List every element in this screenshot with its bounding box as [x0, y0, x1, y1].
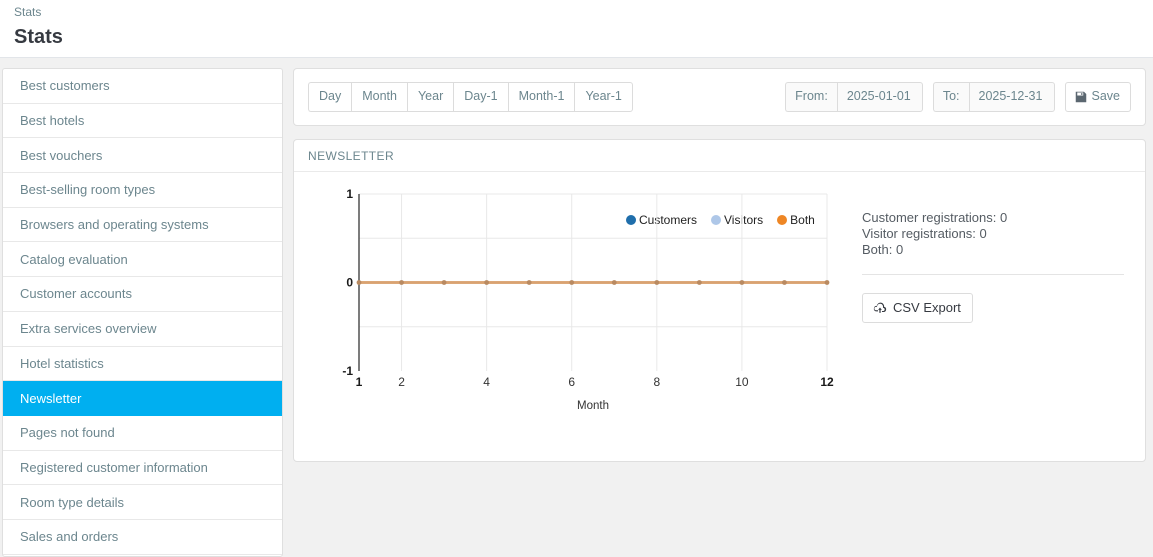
- svg-text:12: 12: [820, 375, 834, 389]
- page-title: Stats: [14, 26, 63, 48]
- sidebar-item-pages-not-found[interactable]: Pages not found: [3, 416, 282, 451]
- sidebar-item-label: Best customers: [20, 78, 110, 94]
- svg-text:4: 4: [483, 375, 490, 389]
- range-button-month[interactable]: Month: [351, 82, 407, 112]
- sidebar-item-label: Best vouchers: [20, 147, 103, 163]
- chart-summary: Customer registrations: 0 Visitor registr…: [854, 184, 1145, 461]
- svg-text:8: 8: [653, 375, 660, 389]
- save-button-label: Save: [1091, 89, 1121, 103]
- sidebar-item-label: Hotel statistics: [20, 355, 104, 371]
- summary-line: Visitor registrations: 0: [862, 226, 987, 241]
- save-button[interactable]: Save: [1064, 82, 1131, 112]
- sidebar-item-registered-customer-information[interactable]: Registered customer information: [3, 451, 282, 486]
- chart-container: Customers Visitors Both 1 0 -1 1 2 4 6 8 10 12 Month: [294, 184, 854, 461]
- csv-export-button[interactable]: CSV Export: [862, 293, 973, 323]
- svg-text:2: 2: [398, 375, 405, 389]
- sidebar-item-customer-accounts[interactable]: Customer accounts: [3, 277, 282, 312]
- range-button-group: Day Month Year Day-1 Month-1 Year-1: [308, 82, 633, 112]
- svg-text:-1: -1: [342, 364, 353, 378]
- sidebar-item-label: Best-selling room types: [20, 182, 156, 198]
- sidebar-item-sales-and-orders[interactable]: Sales and orders: [3, 520, 282, 555]
- sidebar-item-best-vouchers[interactable]: Best vouchers: [3, 138, 282, 174]
- range-button-day[interactable]: Day: [308, 82, 352, 112]
- to-date-group: To:: [932, 82, 1055, 112]
- sidebar-item-extra-services-overview[interactable]: Extra services overview: [3, 312, 282, 347]
- summary-line: Customer registrations: 0: [862, 210, 1008, 225]
- csv-export-label: CSV Export: [893, 300, 961, 315]
- svg-text:Month: Month: [577, 400, 609, 412]
- newsletter-line-chart: 10-11 2 4 6 8 10 12Month: [342, 187, 834, 412]
- sidebar-item-best-hotels[interactable]: Best hotels: [3, 104, 282, 139]
- svg-text:10: 10: [735, 375, 749, 389]
- sidebar-item-label: Best hotels: [20, 113, 85, 129]
- summary-line: Both: 0: [862, 242, 904, 257]
- svg-text:0: 0: [346, 276, 353, 290]
- range-button-month-1[interactable]: Month-1: [507, 82, 575, 112]
- sidebar-item-label: Extra services overview: [20, 321, 157, 337]
- summary-lines: Customer registrations: 0 Visitor registr…: [862, 210, 1125, 258]
- range-button-year-1[interactable]: Year-1: [574, 82, 633, 112]
- workspace: Best customers Best hotels Best vouchers Be…: [0, 58, 1153, 557]
- chart-svg-wrap: 1 0 -1 1 2 4 6 8 10 12 Month: [294, 184, 854, 459]
- sidebar-item-best-selling-room-types[interactable]: Best-selling room types: [3, 173, 282, 208]
- panel-title: NEWSLETTER: [294, 140, 1145, 172]
- sidebar-item-label: Sales and orders: [20, 529, 119, 545]
- to-date-input[interactable]: [968, 82, 1055, 112]
- svg-text:1: 1: [346, 187, 353, 201]
- sidebar-item-label: Newsletter: [20, 390, 82, 406]
- svg-text:6: 6: [568, 375, 575, 389]
- floppy-disk-icon: [1075, 91, 1087, 103]
- sidebar-item-label: Pages not found: [20, 425, 115, 441]
- range-button-day-1[interactable]: Day-1: [453, 82, 508, 112]
- svg-text:1: 1: [356, 375, 363, 389]
- sidebar-item-catalog-evaluation[interactable]: Catalog evaluation: [3, 242, 282, 278]
- page-header: Stats Stats: [0, 0, 1153, 58]
- summary-divider: [862, 274, 1124, 275]
- breadcrumb: Stats: [14, 5, 42, 19]
- sidebar-item-best-customers[interactable]: Best customers: [3, 69, 282, 104]
- from-label: From:: [785, 82, 837, 112]
- sidebar-item-label: Room type details: [20, 494, 125, 510]
- sidebar-item-browsers-and-operating-systems[interactable]: Browsers and operating systems: [3, 208, 282, 243]
- sidebar-item-label: Browsers and operating systems: [20, 217, 209, 233]
- sidebar-item-label: Registered customer information: [20, 459, 208, 475]
- sidebar-item-hotel-statistics[interactable]: Hotel statistics: [3, 347, 282, 382]
- cloud-download-icon: [873, 302, 887, 314]
- sidebar-item-room-type-details[interactable]: Room type details: [3, 485, 282, 520]
- newsletter-chart-panel: NEWSLETTER Customers Visitors Both 1 0 -1 1 2 4…: [293, 139, 1146, 462]
- from-date-input[interactable]: [836, 82, 923, 112]
- sidebar-item-newsletter[interactable]: Newsletter: [3, 381, 282, 416]
- sidebar-item-label: Customer accounts: [20, 286, 132, 302]
- to-label: To:: [932, 82, 969, 112]
- date-range-toolbar: DayMonthYearDay-1Month-1Year-1 From: To:…: [293, 68, 1146, 126]
- panel-body: Customers Visitors Both 1 0 -1 1 2 4 6 8 10 12 Month…: [294, 172, 1145, 461]
- stats-sidebar: Best customers Best hotels Best vouchers Be…: [2, 68, 283, 557]
- sidebar-item-label: Catalog evaluation: [20, 251, 128, 267]
- content-column: DayMonthYearDay-1Month-1Year-1 From: To:…: [293, 68, 1146, 462]
- from-date-group: From:: [785, 82, 923, 112]
- range-button-year[interactable]: Year: [406, 82, 454, 112]
